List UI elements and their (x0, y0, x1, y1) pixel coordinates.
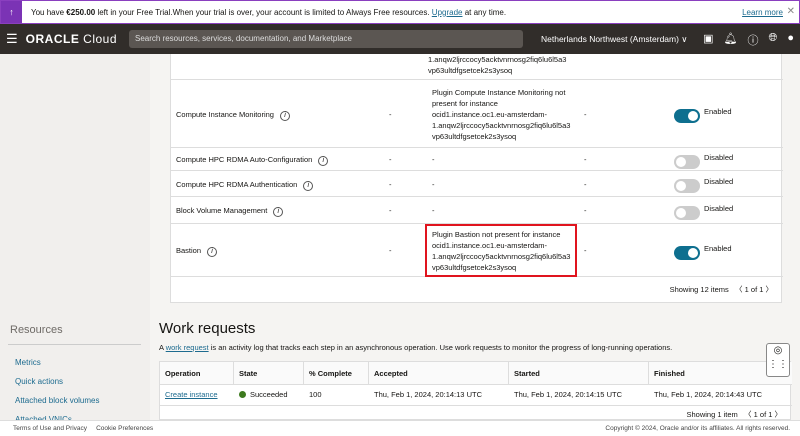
col-state[interactable]: State (234, 362, 304, 384)
grid-icon: ⋮⋮ (767, 358, 789, 372)
help-widget[interactable]: ◎⋮⋮ (766, 343, 790, 377)
create-instance-link[interactable]: Create instance (160, 384, 223, 405)
toggle-label: Disabled (704, 177, 733, 186)
menu-icon[interactable]: ☰ (6, 31, 18, 47)
plugins-table: 1.anqw2ljrccocy5acktvnrnosg2fiq6lu6l5a3v… (170, 54, 782, 303)
plugin-name: Block Volume Managementi (176, 205, 283, 217)
plugin-toggle[interactable] (674, 109, 700, 123)
status-message: Plugin Compute Instance Monitoring notpr… (432, 87, 570, 142)
col-operation[interactable]: Operation (160, 362, 234, 384)
table-row: Compute HPC RDMA Auto-Configurationi - -… (171, 148, 783, 171)
toggle-label: Enabled (704, 244, 732, 253)
plugin-name: Compute HPC RDMA Authenticationi (176, 179, 313, 191)
accepted-time: Thu, Feb 1, 2024, 20:14:13 UTC (369, 384, 487, 405)
close-icon[interactable]: ✕ (787, 6, 795, 17)
sidebar-item-attached-block-volumes[interactable]: Attached block volumes (15, 396, 100, 405)
help-icon[interactable]: ⓘ (748, 32, 759, 48)
percent-complete: 100 (304, 384, 327, 405)
plugin-col2: - (389, 109, 392, 120)
status-message: 1.anqw2ljrccocy5acktvnrnosg2fiq6lu6l5a3v… (428, 54, 566, 76)
state-badge: Succeeded (234, 384, 293, 405)
toggle-label: Enabled (704, 107, 732, 116)
toggle-label: Disabled (704, 153, 733, 162)
plugin-col2: - (389, 245, 392, 256)
plugin-name: Compute HPC RDMA Auto-Configurationi (176, 154, 328, 166)
toggle-label: Disabled (704, 204, 733, 213)
table-row: Compute HPC RDMA Authenticationi - - - D… (171, 171, 783, 197)
work-requests-table: Operation State % Complete Accepted Star… (159, 361, 791, 420)
col-started[interactable]: Started (509, 362, 649, 384)
sidebar-item-quick-actions[interactable]: Quick actions (15, 377, 63, 386)
status-message: - (432, 154, 435, 165)
plugin-name: Compute Instance Monitoringi (176, 109, 290, 121)
plugin-toggle[interactable] (674, 179, 700, 193)
plugin-col2: - (389, 205, 392, 216)
next-page-icon[interactable]: 〉 (775, 410, 783, 419)
plugin-col4: - (584, 179, 587, 190)
next-page-icon[interactable]: 〉 (766, 285, 774, 294)
trial-message: You have €250.00 left in your Free Trial… (31, 8, 506, 17)
status-message: - (432, 179, 435, 190)
trial-banner: ↑ You have €250.00 left in your Free Tri… (0, 0, 800, 24)
status-message: - (432, 205, 435, 216)
sidebar-item-metrics[interactable]: Metrics (15, 358, 41, 367)
work-requests-description: A work request is an activity log that t… (159, 343, 672, 352)
page-footer: Terms of Use and Privacy Cookie Preferen… (0, 420, 800, 436)
col-complete[interactable]: % Complete (304, 362, 369, 384)
pagination: Showing 12 items 〈 1 of 1 〉 (670, 284, 773, 295)
plugin-col4: - (584, 109, 587, 120)
plugin-col2: - (389, 179, 392, 190)
divider (8, 344, 141, 345)
table-row: Block Volume Managementi - - - Disabled (171, 197, 783, 224)
info-icon[interactable]: i (273, 207, 283, 217)
oracle-cloud-logo[interactable]: ORACLE Cloud (26, 32, 117, 46)
lifebuoy-icon: ◎ (767, 344, 789, 358)
col-accepted[interactable]: Accepted (369, 362, 509, 384)
plugin-toggle[interactable] (674, 155, 700, 169)
profile-icon[interactable]: ● (787, 32, 794, 48)
finished-time: Thu, Feb 1, 2024, 20:14:43 UTC (649, 384, 767, 405)
pagination: Showing 1 item 〈 1 of 1 〉 (687, 409, 783, 420)
plugin-col2: - (389, 154, 392, 165)
info-icon[interactable]: i (318, 156, 328, 166)
plugin-col4: - (584, 154, 587, 165)
plugin-toggle[interactable] (674, 206, 700, 220)
cloud-shell-icon[interactable]: ▣ (703, 32, 713, 48)
globe-icon[interactable]: 🌐︎ (769, 32, 778, 48)
top-nav: ☰ ORACLE Cloud Search resources, service… (0, 24, 800, 54)
learn-more-link[interactable]: Learn more (742, 8, 783, 17)
sidebar: Resources Metrics Quick actions Attached… (0, 54, 150, 420)
region-selector[interactable]: Netherlands Northwest (Amsterdam) ∨ (541, 34, 688, 45)
started-time: Thu, Feb 1, 2024, 20:14:15 UTC (509, 384, 627, 405)
upgrade-link[interactable]: Upgrade (432, 8, 463, 17)
search-input[interactable]: Search resources, services, documentatio… (129, 30, 523, 48)
prev-page-icon[interactable]: 〈 (744, 410, 752, 419)
prev-page-icon[interactable]: 〈 (735, 285, 743, 294)
bell-icon[interactable]: 🔔︎ (724, 32, 738, 48)
info-icon[interactable]: i (303, 181, 313, 191)
cookie-preferences-link[interactable]: Cookie Preferences (96, 425, 153, 432)
success-dot-icon (239, 391, 246, 398)
table-row: 1.anqw2ljrccocy5acktvnrnosg2fiq6lu6l5a3v… (171, 54, 783, 80)
plugin-toggle[interactable] (674, 246, 700, 260)
copyright: Copyright © 2024, Oracle and/or its affi… (605, 425, 790, 432)
upgrade-icon: ↑ (1, 1, 22, 23)
plugin-name: Bastioni (176, 245, 217, 257)
plugin-col4: - (584, 205, 587, 216)
info-icon[interactable]: i (207, 247, 217, 257)
table-row: Compute Instance Monitoringi - Plugin Co… (171, 80, 783, 148)
info-icon[interactable]: i (280, 111, 290, 121)
resources-heading: Resources (10, 324, 63, 336)
work-requests-title: Work requests (159, 320, 255, 337)
highlight-box (425, 224, 577, 277)
plugin-col4: - (584, 245, 587, 256)
terms-link[interactable]: Terms of Use and Privacy (13, 425, 87, 432)
work-request-link[interactable]: work request (166, 343, 209, 352)
